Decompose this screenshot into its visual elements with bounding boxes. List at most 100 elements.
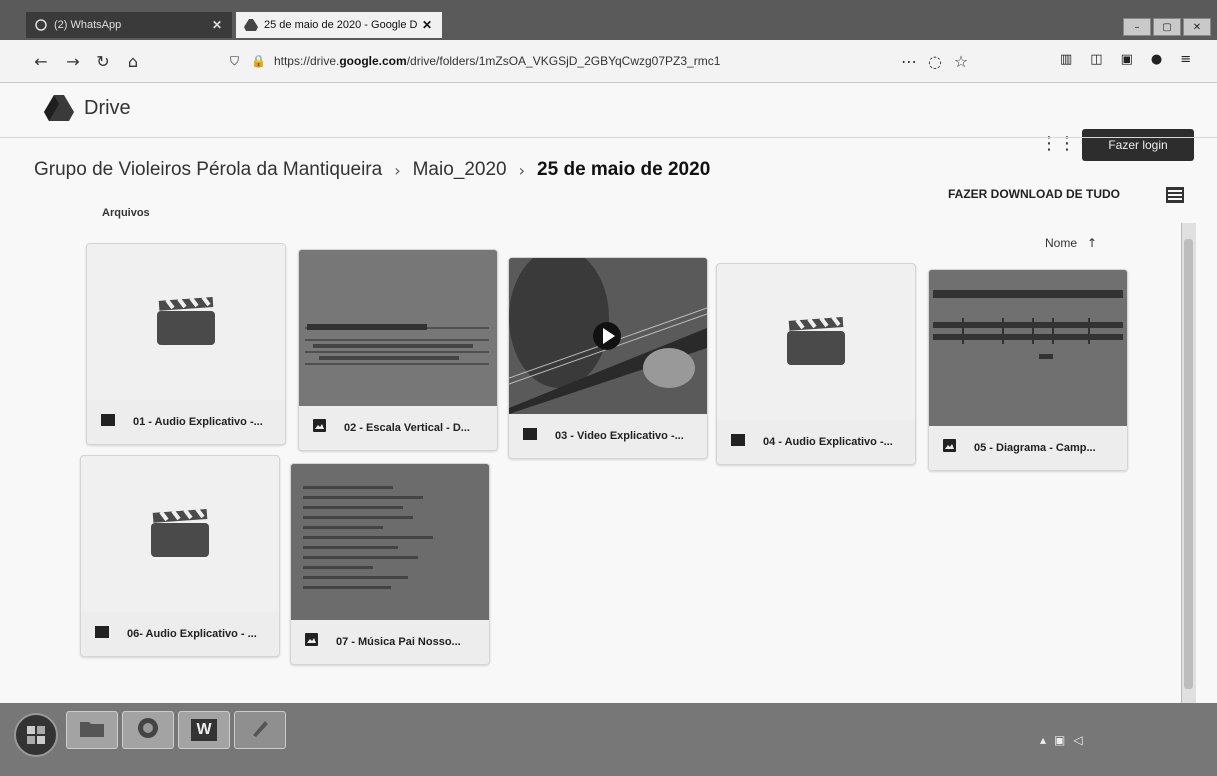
breadcrumb-item-root[interactable]: Grupo de Violeiros Pérola da Mantiqueira (34, 159, 382, 181)
folder-icon (80, 719, 104, 742)
tray-arrow-icon[interactable]: ▴ (1040, 733, 1046, 747)
drive-logo-text: Drive (84, 96, 131, 119)
drive-logo-icon (44, 95, 74, 121)
system-tray: ▴ ▣ ◁ (1040, 733, 1083, 747)
file-name: 04 - Audio Explicativo -... (763, 436, 893, 448)
menu-icon[interactable]: ≡ (1180, 52, 1191, 67)
file-thumbnail (81, 456, 279, 612)
sort-label: Nome (1045, 236, 1078, 250)
close-window-button[interactable]: ✕ (1183, 18, 1211, 36)
window-controls: – ▢ ✕ (1123, 18, 1211, 36)
file-footer: 01 - Audio Explicativo -... (87, 400, 285, 444)
word-icon: W (191, 719, 217, 741)
file-card[interactable]: 01 - Audio Explicativo -... (86, 243, 286, 445)
drive-logo[interactable]: Drive (44, 95, 131, 121)
drive-page: Drive ⋮⋮⋮ Fazer login Grupo de Violeiros… (0, 83, 1217, 703)
image-icon (943, 439, 956, 457)
file-name: 03 - Video Explicativo -... (555, 430, 684, 442)
section-label: Arquivos (102, 207, 150, 219)
list-view-icon[interactable] (1166, 187, 1184, 203)
image-icon (305, 633, 318, 651)
sheet-music-preview (299, 250, 497, 406)
sidebar-icon[interactable]: ◫ (1090, 52, 1102, 67)
file-thumbnail (87, 244, 285, 400)
login-button[interactable]: Fazer login (1082, 129, 1194, 161)
vertical-scrollbar[interactable] (1181, 223, 1196, 703)
tab-google-drive[interactable]: 25 de maio de 2020 - Google D ✕ (236, 12, 442, 38)
minimize-button[interactable]: – (1123, 18, 1151, 36)
file-thumbnail (717, 264, 915, 420)
volume-icon[interactable]: ◁ (1073, 733, 1082, 747)
toolbar-icons: ▥ ◫ ▣ ● ≡ (1060, 52, 1191, 67)
breadcrumb-item-month[interactable]: Maio_2020 (413, 159, 507, 181)
video-icon (731, 433, 745, 451)
bookmark-star-icon[interactable]: ☆ (950, 50, 972, 72)
chord-diagram-preview (929, 270, 1127, 426)
back-icon[interactable]: ← (30, 50, 52, 72)
file-footer: 05 - Diagrama - Camp... (929, 426, 1127, 470)
tab-whatsapp[interactable]: (2) WhatsApp ✕ (26, 12, 232, 38)
close-tab-icon[interactable]: ✕ (210, 18, 224, 32)
screenshot-icon[interactable]: ▣ (1121, 52, 1133, 67)
file-card[interactable]: 07 - Música Pai Nosso... (290, 463, 490, 665)
whatsapp-icon (34, 18, 48, 32)
header-divider (0, 137, 1217, 138)
file-card[interactable]: 03 - Video Explicativo -... (508, 257, 708, 459)
download-all-button[interactable]: FAZER DOWNLOAD DE TUDO (948, 187, 1120, 201)
breadcrumb: Grupo de Violeiros Pérola da Mantiqueira… (34, 159, 710, 181)
file-name: 02 - Escala Vertical - D... (344, 422, 470, 434)
file-footer: 06- Audio Explicativo - ... (81, 612, 279, 656)
page-actions-icon[interactable]: ⋯ (898, 50, 920, 72)
os-taskbar: W ▴ ▣ ◁ (0, 703, 1217, 776)
file-card[interactable]: 04 - Audio Explicativo -... (716, 263, 916, 465)
file-card[interactable]: 02 - Escala Vertical - D... (298, 249, 498, 451)
shield-icon: ⛉ (230, 53, 240, 68)
start-button[interactable] (14, 713, 58, 757)
taskbar-word[interactable]: W (178, 711, 230, 749)
chevron-right-icon: › (394, 160, 401, 180)
video-icon (523, 427, 537, 445)
reload-icon[interactable]: ↻ (92, 50, 114, 72)
drive-icon (244, 18, 258, 32)
clapperboard-icon (157, 297, 215, 345)
arrow-up-icon: ↑ (1087, 236, 1098, 250)
clapperboard-icon (151, 509, 209, 557)
sort-control[interactable]: Nome ↑ (1045, 236, 1097, 250)
video-icon (95, 625, 109, 643)
home-icon[interactable]: ⌂ (122, 50, 144, 72)
file-name: 07 - Música Pai Nosso... (336, 636, 461, 648)
close-tab-icon[interactable]: ✕ (420, 18, 434, 32)
image-icon (313, 419, 326, 437)
account-icon[interactable]: ● (1151, 52, 1162, 67)
file-thumbnail (509, 258, 707, 414)
taskbar-browser[interactable] (122, 711, 174, 749)
file-footer: 07 - Música Pai Nosso... (291, 620, 489, 664)
lyrics-sheet-preview (291, 464, 489, 620)
windows-logo-icon (27, 726, 45, 744)
paint-icon (249, 717, 271, 744)
scrollbar-thumb[interactable] (1184, 239, 1193, 689)
file-thumbnail (291, 464, 489, 620)
file-thumbnail (929, 270, 1127, 426)
pocket-icon[interactable]: ◌ (924, 50, 946, 72)
browser-tab-strip: (2) WhatsApp ✕ 25 de maio de 2020 - Goog… (0, 0, 1217, 40)
file-footer: 03 - Video Explicativo -... (509, 414, 707, 458)
file-thumbnail (299, 250, 497, 406)
address-bar[interactable]: ⛉ 🔒 https://drive.google.com/drive/folde… (230, 48, 990, 74)
page-title: 25 de maio de 2020 (537, 159, 711, 180)
chevron-right-icon: › (518, 160, 526, 180)
video-icon (101, 413, 115, 431)
library-icon[interactable]: ▥ (1060, 52, 1072, 67)
tab-label: 25 de maio de 2020 - Google D (264, 19, 418, 31)
file-card[interactable]: 06- Audio Explicativo - ... (80, 455, 280, 657)
taskbar-file-explorer[interactable] (66, 711, 118, 749)
forward-icon[interactable]: → (62, 50, 84, 72)
taskbar-paint[interactable] (234, 711, 286, 749)
browser-icon (137, 717, 159, 744)
guitar-video-preview (509, 258, 707, 414)
file-card[interactable]: 05 - Diagrama - Camp... (928, 269, 1128, 471)
file-name: 01 - Audio Explicativo -... (133, 416, 263, 428)
clapperboard-icon (787, 317, 845, 365)
network-icon[interactable]: ▣ (1054, 733, 1065, 747)
maximize-button[interactable]: ▢ (1153, 18, 1181, 36)
